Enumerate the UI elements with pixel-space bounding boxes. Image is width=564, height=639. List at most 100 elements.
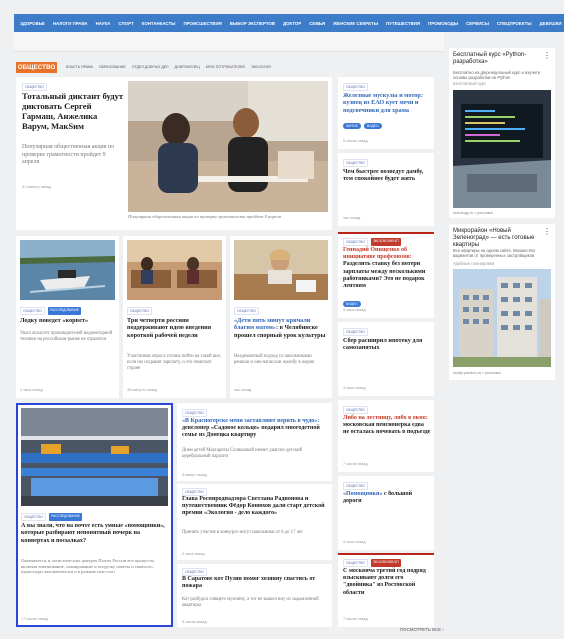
banner-placeholder [14, 32, 444, 52]
nav-item[interactable]: Женские секреты [333, 21, 378, 26]
article-title[interactable]: Либо на лестницу, либо в окно: московска… [343, 415, 431, 437]
tag[interactable]: общество [343, 238, 368, 246]
section-tab[interactable]: Экология [251, 65, 271, 69]
tag[interactable]: эксклюзив КП [370, 559, 401, 567]
right-article-6[interactable]: общество «Помощники» с большой дороги 4 … [338, 476, 434, 550]
right-article-3[interactable]: общество эксклюзив КП Геннадий Онищенко … [338, 232, 434, 318]
article-photo[interactable] [234, 240, 328, 300]
article-title[interactable]: Железные мускулы и мотор: кузнец из ЕАО … [343, 92, 431, 114]
title-rest[interactable]: московская пенсионерка едва не осталась … [343, 422, 430, 435]
right-article-1[interactable]: общество Железные мускулы и мотор: кузне… [338, 77, 434, 149]
article-title[interactable]: С москвича третий год подряд взыскивают … [343, 568, 431, 597]
section-title-badge[interactable]: ОБЩЕСТВО [16, 62, 57, 73]
article-title[interactable]: «Помощники» с большой дороги [343, 491, 431, 505]
nav-item[interactable]: Налоги права [53, 21, 88, 26]
section-tab[interactable]: Власть права [66, 65, 93, 69]
school-article[interactable]: общество Три четверти россиян поддержива… [123, 236, 226, 398]
article-photo[interactable] [21, 408, 168, 506]
nav-item[interactable]: Промокоды [428, 21, 458, 26]
main-article-card[interactable]: общество Тотальный диктант будут диктова… [16, 77, 332, 230]
pill-tag[interactable]: житие [343, 123, 361, 129]
tag[interactable]: общество [343, 406, 368, 414]
nav-item[interactable]: Спецпроекты [497, 21, 532, 26]
article-title[interactable]: Геннадий Онищенко об инициативе профсоюз… [343, 247, 431, 290]
ad-card-python[interactable]: ⋮ Бесплатный курс «Python-разработка» Бе… [449, 48, 555, 218]
ad-source[interactable]: mstology.ru • реклама [453, 210, 493, 215]
article-title[interactable]: «Дети пять минут кричали благим матом»: … [234, 317, 328, 339]
section-tab[interactable]: Доброволец [175, 65, 200, 69]
tag[interactable]: общество [182, 568, 207, 576]
title-highlight[interactable]: Либо на лестницу, либо в окно: [343, 415, 428, 421]
article-title[interactable]: «В Красногорске меня заставляют верить в… [182, 418, 328, 440]
ad-image[interactable] [453, 90, 551, 208]
kids-article[interactable]: общество «Дети пять минут кричали благим… [230, 236, 332, 398]
middle-article-1[interactable]: общество «В Красногорске меня заставляют… [177, 403, 332, 481]
tag[interactable]: общество [234, 307, 259, 315]
tag[interactable]: общество [343, 482, 368, 490]
article-photo[interactable] [128, 81, 328, 212]
right-article-2[interactable]: общество Чем быстрее возведут дамбу, тем… [338, 153, 434, 226]
nav-item[interactable]: Семья [309, 21, 325, 26]
tag[interactable]: общество [343, 83, 368, 91]
title-rest[interactable]: девелопер «Садовое кольцо» подарил много… [182, 425, 320, 438]
nav-item[interactable]: Девушки [540, 21, 562, 26]
tag[interactable]: общество [21, 513, 46, 521]
tag[interactable]: общество [343, 328, 368, 336]
featured-article[interactable]: общество расследование А вы знали, что н… [16, 403, 173, 627]
article-title[interactable]: Чем быстрее возведут дамбу, тем спокойне… [343, 168, 431, 183]
ad-image[interactable] [453, 269, 551, 367]
article-time: 9 минут назад [182, 473, 207, 477]
nav-item[interactable]: Доктор [283, 21, 301, 26]
article-title[interactable]: Три четверти россиян поддерживают идею в… [127, 317, 222, 339]
pill-tag[interactable]: видео [364, 123, 382, 129]
nav-item[interactable]: Спорт [118, 21, 133, 26]
right-article-5[interactable]: общество Либо на лестницу, либо в окно: … [338, 400, 434, 472]
article-photo[interactable] [20, 240, 115, 300]
tag[interactable]: общество [182, 488, 207, 496]
tag[interactable]: общество [343, 159, 368, 167]
nav-item[interactable]: Здоровье [20, 21, 45, 26]
show-all-link[interactable]: посмотреть все › [400, 627, 444, 632]
nav-item[interactable]: Путешествия [386, 21, 420, 26]
title-highlight[interactable]: «В Красногорске меня заставляют верить в… [182, 418, 319, 424]
boat-article[interactable]: общество расследование Лодку поведет «ко… [16, 236, 119, 398]
nav-item[interactable]: Сервисы [466, 21, 489, 26]
right-article-4[interactable]: общество Сбер расширил ипотеку для самоз… [338, 322, 434, 396]
article-title[interactable]: Глава Роспиродпадзора Светлана Радионова… [182, 496, 328, 518]
tag[interactable]: общество [20, 307, 45, 315]
nav-item[interactable]: Происшествия [183, 21, 221, 26]
section-tab[interactable]: Образование [99, 65, 126, 69]
article-title[interactable]: В Саратове кот Пузин помог хозяину спаст… [182, 576, 328, 590]
tag[interactable]: эксклюзив КП [370, 238, 401, 246]
middle-article-2[interactable]: общество Глава Роспиродпадзора Светлана … [177, 484, 332, 560]
pill-tag[interactable]: видео [343, 301, 361, 307]
section-tab[interactable]: Клуб потребителей [206, 65, 245, 69]
article-title[interactable]: Лодку поведет «корвет» [20, 317, 115, 325]
tag[interactable]: общество [343, 559, 368, 567]
ad-card-zelenograd[interactable]: ⋮ Микрорайон «Новый Зеленоград» — есть г… [449, 224, 555, 380]
middle-article-3[interactable]: общество В Саратове кот Пузин помог хозя… [177, 564, 332, 627]
tag[interactable]: общество [22, 83, 47, 91]
tag[interactable]: общество [127, 307, 152, 315]
ad-title[interactable]: Бесплатный курс «Python-разработка» [453, 52, 545, 66]
ad-title[interactable]: Микрорайон «Новый Зеленоград» — есть гот… [453, 228, 545, 249]
article-title[interactable]: А вы знали, что на почте есть умные «пом… [21, 523, 168, 545]
article-title[interactable]: Тотальный диктант будут диктовать Сергей… [22, 91, 125, 132]
tag[interactable]: расследование [47, 307, 82, 315]
section-subtabs: Власть права Образование Отдел добрых дел Д… [66, 65, 271, 69]
title-rest[interactable]: Разделить ставку без потери зарплаты меж… [343, 261, 425, 289]
ad-source[interactable]: realty.yandex.ru • реклама [453, 370, 501, 375]
article-photo[interactable] [127, 240, 222, 300]
section-tab[interactable]: Отдел добрых дел [132, 65, 169, 69]
nav-item[interactable]: Выбор экспертов [230, 21, 275, 26]
right-article-7[interactable]: общество эксклюзив КП С москвича третий … [338, 553, 434, 627]
tag[interactable]: общество [182, 409, 207, 417]
nav-item[interactable]: Контанкасты [142, 21, 176, 26]
title-highlight[interactable]: «Помощники» [343, 491, 382, 497]
article-time: 5 часов назад [343, 139, 368, 143]
article-title[interactable]: Сбер расширил ипотеку для самозанятых [343, 337, 431, 352]
nav-item[interactable]: Наука [96, 21, 111, 26]
title-highlight[interactable]: Геннадий Онищенко об инициативе профсоюз… [343, 247, 412, 260]
ad-sub: Бесплатный курс [453, 81, 487, 86]
tag[interactable]: расследование [48, 513, 83, 521]
